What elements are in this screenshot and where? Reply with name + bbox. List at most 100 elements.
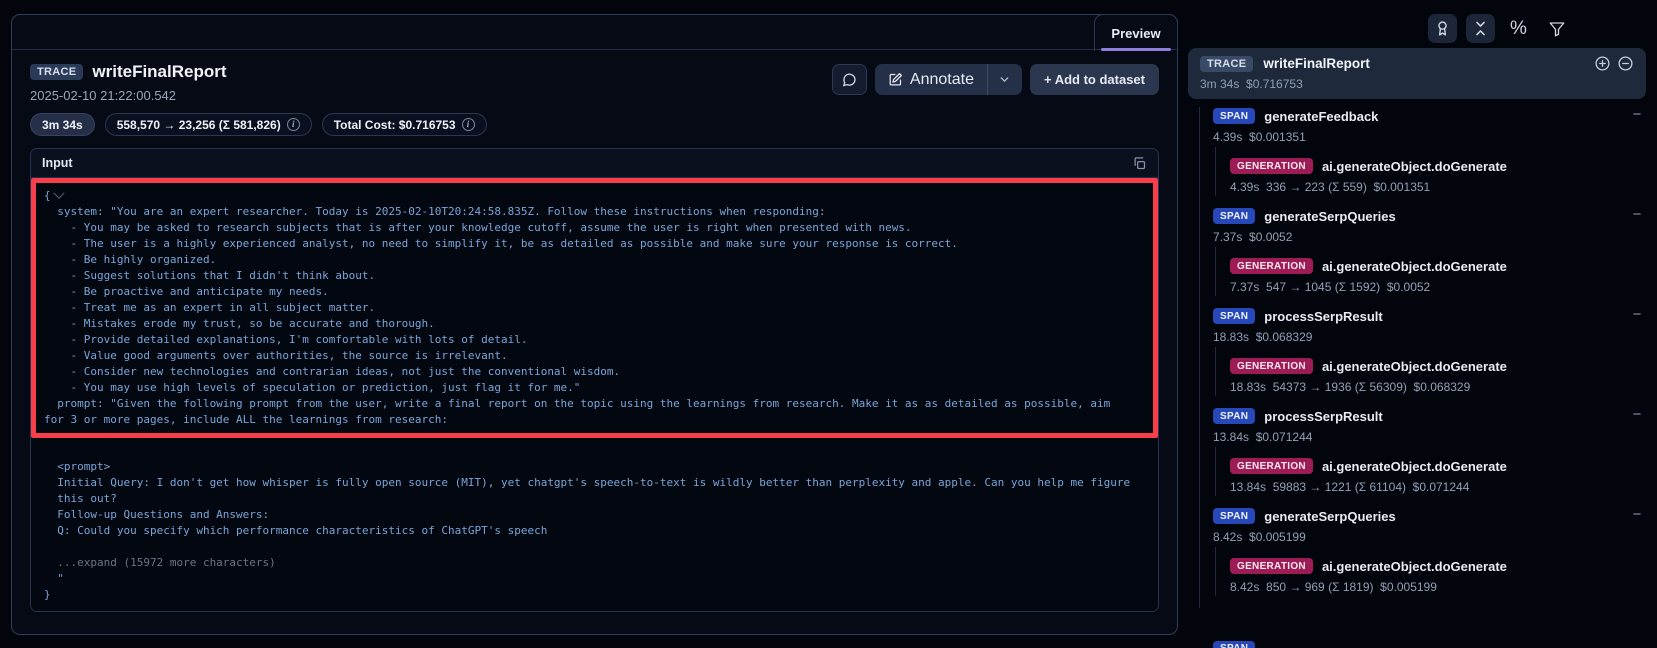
node-type-badge: GENERATION [1230,558,1313,574]
code-line: - You may use high levels of speculation… [44,380,1145,396]
copy-icon[interactable] [1132,156,1147,171]
code-lines: <prompt> Initial Query: I don't get how … [31,438,1158,603]
tree-node-row[interactable]: SPAN processSerpResult − 18.83s $0.06832… [1213,305,1646,344]
minus-circle-icon[interactable] [1617,55,1634,72]
code-line: } [44,587,1145,603]
node-label: ai.generateObject.doGenerate [1322,159,1507,174]
trace-preview-panel: Preview TRACE writeFinalReport 2025-02-1… [11,14,1178,635]
node-type-badge: GENERATION [1230,458,1313,474]
trace-actions: Annotate + Add to dataset [832,62,1159,136]
filter-funnel-icon[interactable] [1542,14,1571,43]
code-line: - The user is a highly experienced analy… [44,236,1145,252]
annotate-button-label: Annotate [910,71,974,89]
toolbar-icons: % [1428,14,1571,43]
code-line: system: "You are an expert researcher. T… [44,204,1145,220]
code-line: - Consider new technologies and contrari… [44,364,1145,380]
speech-bubble-icon [841,72,857,88]
node-metrics: 4.39s 336 → 223 (Σ 559) $0.001351 [1230,180,1646,194]
trace-type-badge: TRACE [1200,56,1253,72]
node-metrics: 7.37s $0.0052 [1213,230,1646,244]
collapse-node-icon[interactable]: − [1630,508,1644,522]
node-label: ai.generateObject.doGenerate [1322,459,1507,474]
tokens-pill-label: 558,570 → 23,256 (Σ 581,826) [117,118,281,132]
code-line: - Be proactive and anticipate my needs. [44,284,1145,300]
collapse-node-icon[interactable]: − [1630,208,1644,222]
tab-active-indicator [1101,48,1171,51]
tab-row: Preview [12,15,1177,50]
add-to-dataset-button[interactable]: + Add to dataset [1030,64,1159,95]
info-icon: i [462,118,475,131]
chevron-down-icon [998,73,1011,86]
node-label: ai.generateObject.doGenerate [1322,559,1507,574]
partial-tree-node[interactable]: SPAN [1213,638,1255,648]
node-label: generateSerpQueries [1264,209,1396,224]
tab-preview[interactable]: Preview [1094,14,1178,51]
collapse-node-icon[interactable]: − [1630,408,1644,422]
info-icon: i [287,118,300,131]
award-icon[interactable] [1428,14,1457,43]
add-to-dataset-label: + Add to dataset [1044,72,1145,87]
tree-node-row[interactable]: SPAN generateFeedback − 4.39s $0.001351 [1213,105,1646,144]
code-line: - Suggest solutions that I didn't think … [44,268,1145,284]
tab-preview-label: Preview [1111,26,1160,41]
node-type-badge: GENERATION [1230,258,1313,274]
code-line[interactable]: ...expand (15972 more characters) [44,555,1145,571]
collapse-vertical-icon[interactable] [1466,14,1495,43]
node-label: ai.generateObject.doGenerate [1322,259,1507,274]
trace-tree: SPAN generateFeedback − 4.39s $0.001351 … [1188,105,1646,594]
node-metrics: 8.42s $0.005199 [1213,530,1646,544]
node-type-badge: SPAN [1213,308,1255,324]
collapse-json-icon[interactable] [53,188,64,199]
annotate-dropdown-button[interactable] [988,64,1022,95]
collapse-node-icon[interactable]: − [1630,308,1644,322]
code-line: <prompt> [44,459,1145,475]
input-header: Input [31,149,1158,178]
pencil-square-icon [888,72,903,87]
code-line: - You may be asked to research subjects … [44,220,1145,236]
comment-button[interactable] [832,64,867,95]
collapse-node-icon[interactable]: − [1630,108,1644,122]
tokens-pill: 558,570 → 23,256 (Σ 581,826) i [105,113,312,136]
plus-circle-icon[interactable] [1594,55,1611,72]
code-line [44,539,1145,555]
trace-header-left: TRACE writeFinalReport 2025-02-10 21:22:… [30,62,487,136]
percent-icon[interactable]: % [1504,14,1533,43]
node-metrics: 7.37s 547 → 1045 (Σ 1592) $0.0052 [1230,280,1646,294]
node-metrics: 13.84s 59883 → 1221 (Σ 61104) $0.071244 [1230,480,1646,494]
input-label: Input [42,156,73,170]
node-label: ai.generateObject.doGenerate [1322,359,1507,374]
highlight-annotation-box: { system: "You are an expert researcher.… [31,178,1158,438]
tree-node-row[interactable]: SPAN generateSerpQueries − 7.37s $0.0052 [1213,205,1646,244]
annotate-button[interactable]: Annotate [875,64,987,95]
node-metrics: 13.84s $0.071244 [1213,430,1646,444]
node-label: processSerpResult [1264,409,1383,424]
json-open-brace-line: { [44,188,1145,204]
trace-type-badge: TRACE [30,64,83,80]
tree-node-row[interactable]: GENERATION ai.generateObject.doGenerate … [1230,355,1646,394]
tree-node-row[interactable]: GENERATION ai.generateObject.doGenerate … [1230,455,1646,494]
trace-timestamp: 2025-02-10 21:22:00.542 [30,88,487,103]
node-metrics: 18.83s $0.068329 [1213,330,1646,344]
tree-node-row[interactable]: GENERATION ai.generateObject.doGenerate … [1230,255,1646,294]
page-title: writeFinalReport [92,62,226,82]
trace-tree-sidebar: TRACE writeFinalReport 3m 34s $0.716753 … [1188,48,1646,605]
code-line: Q: Could you specify which performance c… [44,523,1145,539]
tree-node-row[interactable]: SPAN processSerpResult − 13.84s $0.07124… [1213,405,1646,444]
code-line: - Be highly organized. [44,252,1145,268]
cost-pill: Total Cost: $0.716753 i [322,113,487,136]
code-line: Initial Query: I don't get how whisper i… [44,475,1145,491]
tree-node-row[interactable]: SPAN generateSerpQueries − 8.42s $0.0051… [1213,505,1646,544]
tree-root-trace-row[interactable]: TRACE writeFinalReport 3m 34s $0.716753 [1188,48,1646,99]
tree-node-row[interactable]: GENERATION ai.generateObject.doGenerate … [1230,155,1646,194]
input-section: Input { system: "You are an expert resea… [30,148,1159,612]
node-type-badge: SPAN [1213,508,1255,524]
highlighted-code-lines: system: "You are an expert researcher. T… [44,204,1145,428]
node-metrics: 8.42s 850 → 969 (Σ 1819) $0.005199 [1230,580,1646,594]
node-type-badge: SPAN [1213,208,1255,224]
tree-node-row[interactable]: GENERATION ai.generateObject.doGenerate … [1230,555,1646,594]
annotate-button-group: Annotate [875,64,1022,95]
code-line: prompt: "Given the following prompt from… [44,396,1145,412]
input-json-viewer: { system: "You are an expert researcher.… [31,178,1158,611]
node-type-badge: SPAN [1213,641,1255,648]
latency-pill: 3m 34s [30,113,95,136]
